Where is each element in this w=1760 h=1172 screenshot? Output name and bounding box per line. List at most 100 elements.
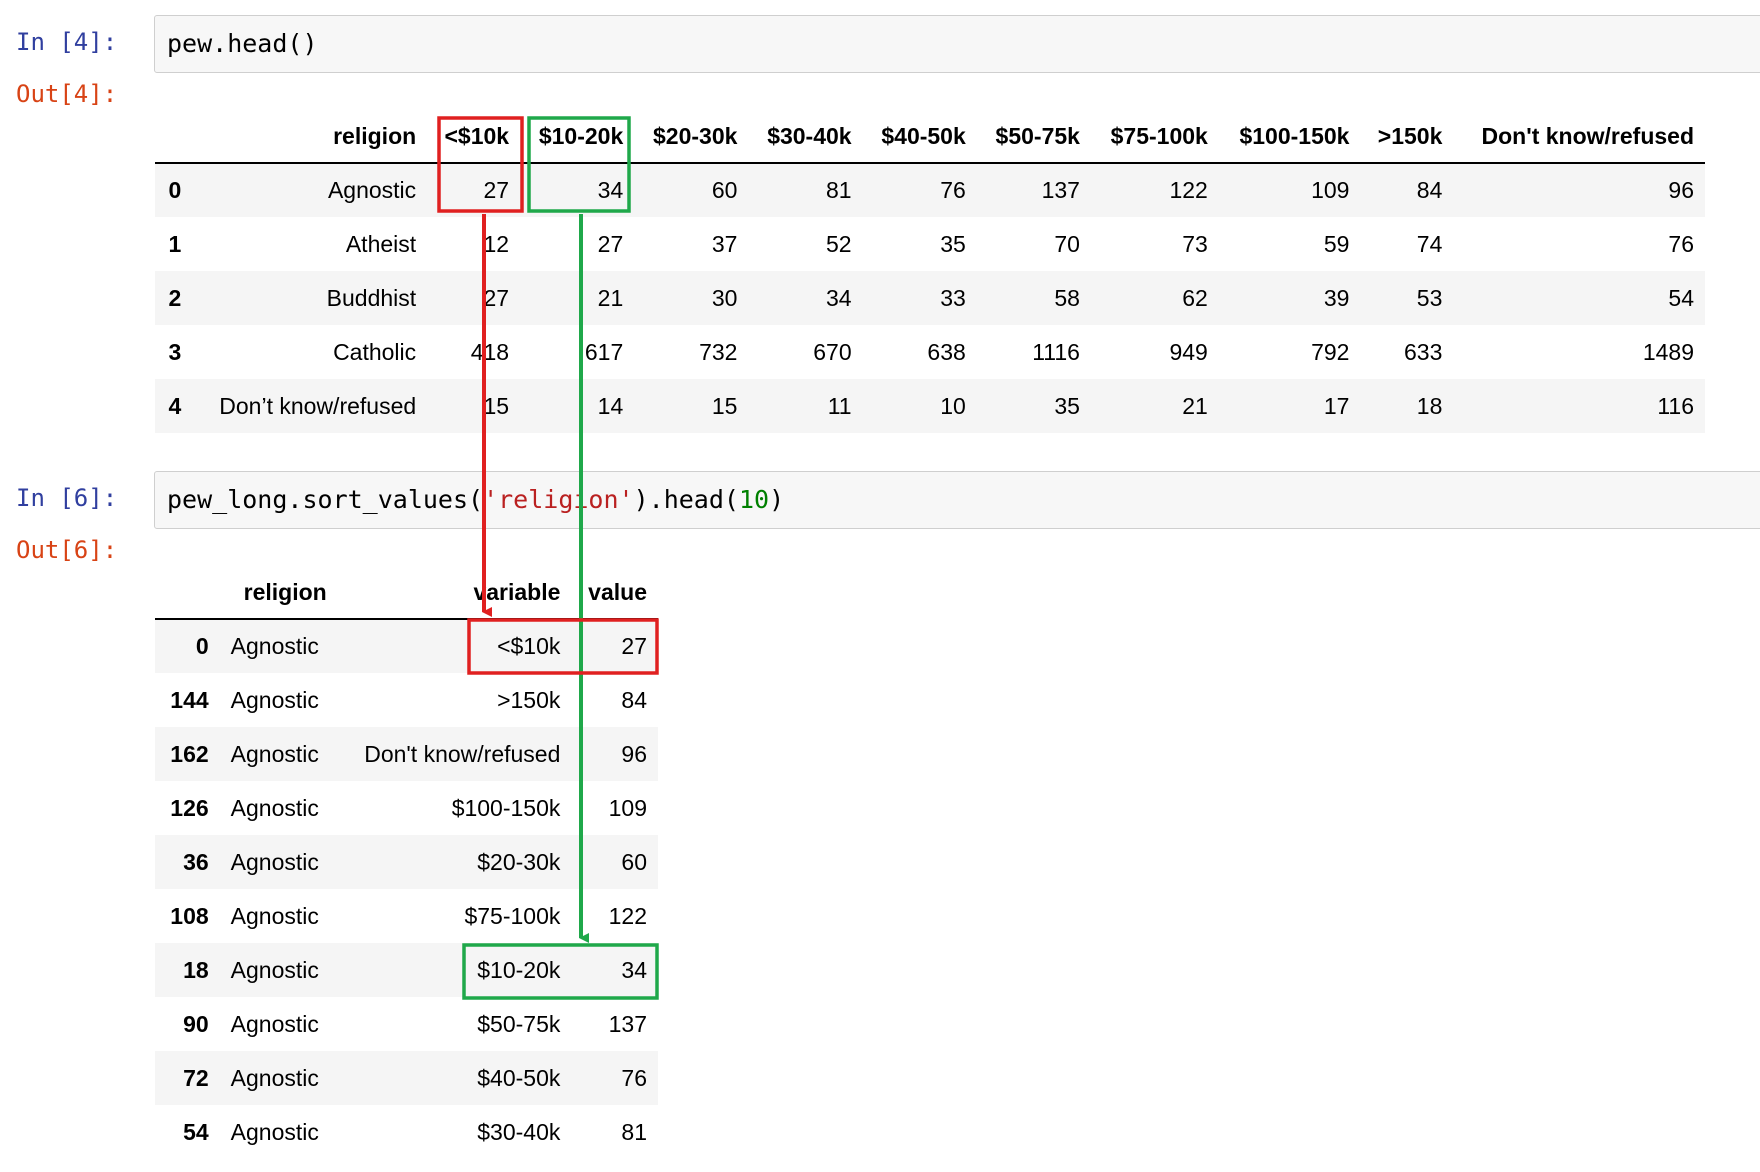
table-cell: 21 <box>1182 392 1208 419</box>
table-row: 0 Agnostic 27 34 60 81 76 137 122 109 84 96 <box>155 163 1705 217</box>
table-cell: 137 <box>1041 177 1080 203</box>
cell2-out-prompt: Out[6]: <box>16 536 118 564</box>
column-header: $100-150k <box>1218 111 1361 164</box>
table-cell: <$10k <box>497 633 561 659</box>
column-header: $10-20k <box>520 111 635 164</box>
code-call-mid: ).head( <box>633 485 739 514</box>
table-cell: 1116 <box>1032 338 1080 365</box>
cell1-code: pew.head() <box>167 29 318 58</box>
table-cell: 949 <box>1169 338 1208 365</box>
table-cell: $30-40k <box>477 1118 561 1145</box>
code-number: 10 <box>738 485 770 514</box>
table-cell: 34 <box>621 956 647 983</box>
table-cell: 109 <box>608 794 647 821</box>
row-index: 1 <box>168 230 182 257</box>
table-cell: 1489 <box>1642 338 1694 365</box>
table-cell: 84 <box>1416 177 1443 203</box>
table-cell: 96 <box>1668 177 1694 203</box>
table-cell: 418 <box>470 338 510 365</box>
row-index: 2 <box>168 284 182 311</box>
column-header: $50-75k <box>976 111 1091 164</box>
column-header: <$10k <box>427 111 521 164</box>
table-cell: 21 <box>597 284 624 311</box>
table-cell: 137 <box>608 1010 647 1037</box>
cell2-in-prompt: In [6]: <box>16 484 118 512</box>
table-cell: 27 <box>621 633 647 659</box>
column-header: $20-30k <box>634 111 749 164</box>
pew-long-dataframe: religion variable value 0 Agnostic <$10k 27 14… <box>155 567 658 1159</box>
table-cell: Agnostic <box>230 794 319 821</box>
table-cell: $50-75k <box>477 1010 561 1037</box>
table-cell: 633 <box>1404 338 1443 365</box>
table-cell: Buddhist <box>326 284 417 311</box>
cell1-in-prompt: In [4]: <box>16 28 118 56</box>
table-cell: $20-30k <box>477 848 561 875</box>
column-header: $75-100k <box>1090 111 1219 164</box>
table-cell: $40-50k <box>477 1064 561 1091</box>
table-cell: Atheist <box>345 230 417 257</box>
table-cell: 34 <box>597 177 624 203</box>
cell1-out-prompt: Out[4]: <box>16 80 118 108</box>
table-cell: 53 <box>1416 284 1443 311</box>
table-cell: 30 <box>711 284 738 311</box>
table-cell: Agnostic <box>230 740 319 767</box>
table-cell: 27 <box>483 284 510 311</box>
table-cell: 35 <box>1054 392 1080 419</box>
table-cell: Agnostic <box>230 1118 319 1145</box>
table-cell: 18 <box>1416 392 1443 419</box>
table-cell: 35 <box>940 230 966 257</box>
table-cell: 54 <box>1668 284 1694 311</box>
table-cell: 60 <box>621 848 647 875</box>
row-index: 72 <box>183 1064 209 1091</box>
table-row: 72 Agnostic $40-50k 76 <box>155 1051 658 1105</box>
table-cell: $75-100k <box>464 902 561 929</box>
row-index: 90 <box>183 1010 209 1037</box>
table-cell: $100-150k <box>451 794 561 821</box>
code-call-end: ) <box>769 485 785 514</box>
table-cell: 60 <box>711 177 738 203</box>
row-index: 18 <box>183 956 209 983</box>
code-string: 'religion' <box>483 485 634 514</box>
table-cell: Agnostic <box>230 1010 319 1037</box>
row-index: 0 <box>195 633 209 659</box>
table-cell: 109 <box>1311 177 1350 203</box>
row-index: 54 <box>183 1118 209 1145</box>
column-header: value <box>571 567 658 620</box>
table-cell: 39 <box>1323 284 1350 311</box>
table-cell: 33 <box>940 284 966 311</box>
table-cell: 14 <box>597 392 624 419</box>
table-cell: 10 <box>940 392 966 419</box>
table-cell: 76 <box>940 177 966 203</box>
table-cell: 76 <box>621 1064 647 1091</box>
table-cell: Agnostic <box>327 177 417 203</box>
column-header: >150k <box>1360 111 1454 164</box>
table-cell: Agnostic <box>230 633 319 659</box>
table-cell: Don't know/refused <box>364 740 561 767</box>
table-cell: 792 <box>1311 338 1350 365</box>
table-cell: 122 <box>608 902 647 929</box>
cell1-code-input[interactable]: pew.head() <box>154 15 1760 73</box>
table-cell: 81 <box>826 177 852 203</box>
cell2-code-input[interactable]: pew_long.sort_values('religion').head(10… <box>154 471 1760 529</box>
table-cell: 638 <box>927 338 966 365</box>
table-row: 1 Atheist 12 27 37 52 35 70 73 59 74 76 <box>155 217 1705 271</box>
row-index: 144 <box>170 686 209 713</box>
table-cell: >150k <box>497 686 561 713</box>
index-header <box>155 111 193 164</box>
table-cell: 116 <box>1657 392 1694 419</box>
table-cell: 73 <box>1182 230 1208 257</box>
table-cell: 59 <box>1323 230 1350 257</box>
table-row: 144 Agnostic >150k 84 <box>155 673 658 727</box>
row-index: 3 <box>168 338 182 365</box>
table-cell: 76 <box>1668 230 1694 257</box>
index-header <box>155 567 220 620</box>
table-row: 4 Don’t know/refused 15 14 15 11 10 35 21 17 18 116 <box>155 379 1705 433</box>
pew-dataframe: religion <$10k $10-20k $20-30k $30-40k $40-50… <box>155 111 1705 433</box>
table-cell: 15 <box>711 392 738 419</box>
table-cell: 52 <box>826 230 852 257</box>
column-header: Don't know/refused <box>1453 111 1705 164</box>
table-row: 90 Agnostic $50-75k 137 <box>155 997 658 1051</box>
table-cell: 70 <box>1054 230 1080 257</box>
table-cell: 670 <box>813 338 852 365</box>
row-index: 108 <box>170 902 209 929</box>
